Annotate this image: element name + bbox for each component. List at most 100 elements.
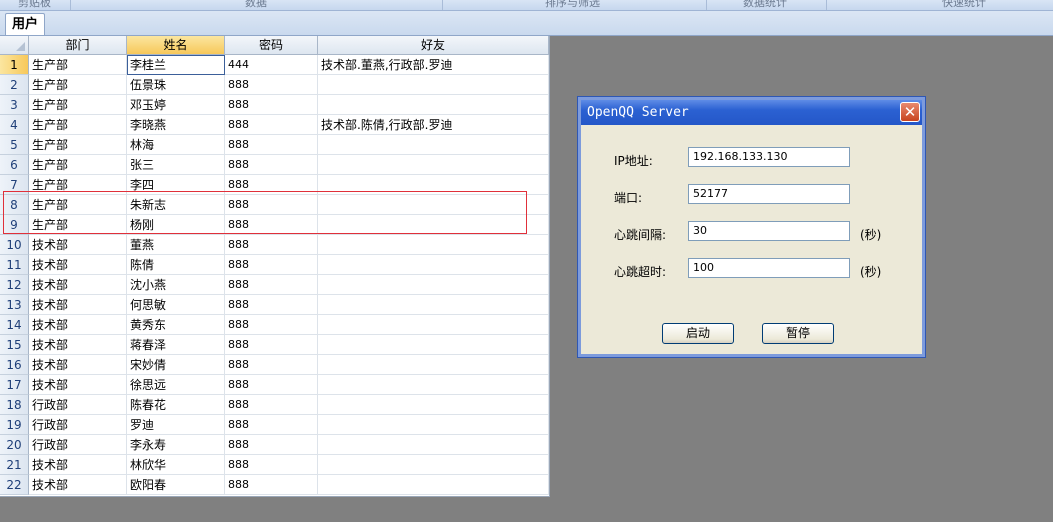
cell-name[interactable]: 陈春花 <box>127 395 225 415</box>
table-row[interactable]: 12 技术部 沈小燕 888 <box>0 275 549 295</box>
cell-password[interactable]: 888 <box>225 455 318 475</box>
cell-dept[interactable]: 技术部 <box>29 355 127 375</box>
column-header-name[interactable]: 姓名 <box>127 36 225 55</box>
row-number[interactable]: 17 <box>0 375 29 395</box>
table-row[interactable]: 11 技术部 陈倩 888 <box>0 255 549 275</box>
table-row[interactable]: 7 生产部 李四 888 <box>0 175 549 195</box>
cell-name[interactable]: 李桂兰 <box>127 55 225 75</box>
cell-name[interactable]: 欧阳春 <box>127 475 225 495</box>
row-number[interactable]: 14 <box>0 315 29 335</box>
cell-dept[interactable]: 生产部 <box>29 175 127 195</box>
cell-password[interactable]: 888 <box>225 295 318 315</box>
cell-dept[interactable]: 生产部 <box>29 195 127 215</box>
cell-dept[interactable]: 行政部 <box>29 415 127 435</box>
row-number[interactable]: 12 <box>0 275 29 295</box>
cell-name[interactable]: 徐思远 <box>127 375 225 395</box>
row-number[interactable]: 8 <box>0 195 29 215</box>
cell-password[interactable]: 888 <box>225 335 318 355</box>
cell-password[interactable]: 444 <box>225 55 318 75</box>
table-row[interactable]: 2 生产部 伍景珠 888 <box>0 75 549 95</box>
table-row[interactable]: 13 技术部 何思敏 888 <box>0 295 549 315</box>
cell-password[interactable]: 888 <box>225 115 318 135</box>
row-number[interactable]: 18 <box>0 395 29 415</box>
cell-name[interactable]: 林海 <box>127 135 225 155</box>
cell-friends[interactable] <box>318 75 549 95</box>
cell-name[interactable]: 李晓燕 <box>127 115 225 135</box>
cell-friends[interactable] <box>318 455 549 475</box>
row-number[interactable]: 20 <box>0 435 29 455</box>
cell-name[interactable]: 沈小燕 <box>127 275 225 295</box>
sheet-tab-users[interactable]: 用户 <box>5 13 45 35</box>
cell-name[interactable]: 陈倩 <box>127 255 225 275</box>
table-row[interactable]: 21 技术部 林欣华 888 <box>0 455 549 475</box>
table-row[interactable]: 6 生产部 张三 888 <box>0 155 549 175</box>
cell-friends[interactable] <box>318 335 549 355</box>
cell-friends[interactable] <box>318 135 549 155</box>
table-row[interactable]: 8 生产部 朱新志 888 <box>0 195 549 215</box>
cell-dept[interactable]: 生产部 <box>29 135 127 155</box>
cell-dept[interactable]: 技术部 <box>29 375 127 395</box>
select-all-corner[interactable] <box>0 36 29 55</box>
cell-dept[interactable]: 生产部 <box>29 215 127 235</box>
cell-dept[interactable]: 技术部 <box>29 475 127 495</box>
cell-name[interactable]: 董燕 <box>127 235 225 255</box>
cell-dept[interactable]: 技术部 <box>29 335 127 355</box>
pause-button[interactable]: 暂停 <box>762 323 834 344</box>
table-row[interactable]: 14 技术部 黄秀东 888 <box>0 315 549 335</box>
table-row[interactable]: 20 行政部 李永寿 888 <box>0 435 549 455</box>
cell-friends[interactable] <box>318 175 549 195</box>
cell-name[interactable]: 伍景珠 <box>127 75 225 95</box>
table-row[interactable]: 4 生产部 李晓燕 888 技术部.陈倩,行政部.罗迪 <box>0 115 549 135</box>
table-row[interactable]: 1 生产部 李桂兰 444 技术部.董燕,行政部.罗迪 <box>0 55 549 75</box>
cell-friends[interactable] <box>318 375 549 395</box>
cell-password[interactable]: 888 <box>225 155 318 175</box>
table-row[interactable]: 18 行政部 陈春花 888 <box>0 395 549 415</box>
cell-friends[interactable] <box>318 155 549 175</box>
row-number[interactable]: 9 <box>0 215 29 235</box>
cell-dept[interactable]: 生产部 <box>29 75 127 95</box>
cell-password[interactable]: 888 <box>225 175 318 195</box>
row-number[interactable]: 22 <box>0 475 29 495</box>
row-number[interactable]: 3 <box>0 95 29 115</box>
cell-dept[interactable]: 生产部 <box>29 55 127 75</box>
cell-name[interactable]: 杨刚 <box>127 215 225 235</box>
cell-friends[interactable] <box>318 235 549 255</box>
cell-friends[interactable] <box>318 195 549 215</box>
cell-password[interactable]: 888 <box>225 95 318 115</box>
cell-friends[interactable] <box>318 415 549 435</box>
cell-name[interactable]: 蒋春泽 <box>127 335 225 355</box>
cell-friends[interactable] <box>318 255 549 275</box>
row-number[interactable]: 4 <box>0 115 29 135</box>
cell-friends[interactable] <box>318 475 549 495</box>
table-row[interactable]: 9 生产部 杨刚 888 <box>0 215 549 235</box>
cell-friends[interactable]: 技术部.董燕,行政部.罗迪 <box>318 55 549 75</box>
cell-name[interactable]: 李四 <box>127 175 225 195</box>
cell-password[interactable]: 888 <box>225 275 318 295</box>
cell-name[interactable]: 罗迪 <box>127 415 225 435</box>
cell-password[interactable]: 888 <box>225 395 318 415</box>
cell-name[interactable]: 邓玉婷 <box>127 95 225 115</box>
cell-dept[interactable]: 行政部 <box>29 395 127 415</box>
column-header-password[interactable]: 密码 <box>225 36 318 55</box>
cell-friends[interactable] <box>318 315 549 335</box>
row-number[interactable]: 5 <box>0 135 29 155</box>
row-number[interactable]: 6 <box>0 155 29 175</box>
cell-password[interactable]: 888 <box>225 415 318 435</box>
cell-password[interactable]: 888 <box>225 135 318 155</box>
cell-password[interactable]: 888 <box>225 75 318 95</box>
table-row[interactable]: 5 生产部 林海 888 <box>0 135 549 155</box>
table-row[interactable]: 22 技术部 欧阳春 888 <box>0 475 549 495</box>
heartbeat-interval-input[interactable]: 30 <box>688 221 850 241</box>
table-row[interactable]: 10 技术部 董燕 888 <box>0 235 549 255</box>
table-row[interactable]: 19 行政部 罗迪 888 <box>0 415 549 435</box>
table-row[interactable]: 16 技术部 宋妙倩 888 <box>0 355 549 375</box>
row-number[interactable]: 15 <box>0 335 29 355</box>
row-number[interactable]: 11 <box>0 255 29 275</box>
cell-name[interactable]: 张三 <box>127 155 225 175</box>
cell-dept[interactable]: 技术部 <box>29 235 127 255</box>
cell-dept[interactable]: 生产部 <box>29 155 127 175</box>
row-number[interactable]: 13 <box>0 295 29 315</box>
cell-dept[interactable]: 技术部 <box>29 315 127 335</box>
cell-friends[interactable] <box>318 355 549 375</box>
cell-name[interactable]: 朱新志 <box>127 195 225 215</box>
